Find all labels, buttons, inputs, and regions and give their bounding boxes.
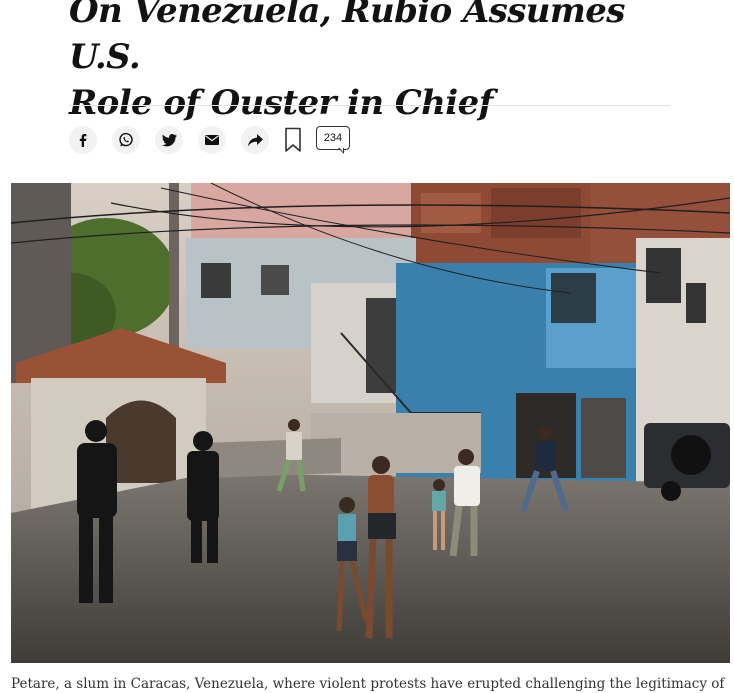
bookmark-icon	[283, 127, 303, 157]
whatsapp-icon	[118, 132, 134, 148]
facebook-icon	[76, 133, 90, 147]
twitter-share-button[interactable]	[155, 126, 183, 154]
save-article-button[interactable]	[283, 127, 303, 153]
more-share-button[interactable]	[241, 126, 269, 154]
headline-line-2: Role of Ouster in Chief	[69, 83, 493, 123]
whatsapp-share-button[interactable]	[112, 126, 140, 154]
photo-caption: Petare, a slum in Caracas, Venezuela, wh…	[11, 676, 725, 692]
twitter-icon	[161, 133, 177, 147]
comment-count: 234	[316, 126, 350, 150]
facebook-share-button[interactable]	[69, 126, 97, 154]
headline-divider	[69, 105, 670, 106]
article-headline: On Venezuela, Rubio Assumes U.S. Role of…	[69, 0, 679, 126]
share-arrow-icon	[247, 133, 263, 147]
email-icon	[205, 135, 219, 145]
comments-button[interactable]: 234	[316, 126, 352, 158]
street-scene-image	[11, 183, 730, 663]
email-share-button[interactable]	[198, 126, 226, 154]
article-lead-photo	[11, 183, 730, 663]
share-toolbar: 234	[69, 123, 369, 157]
headline-line-1: On Venezuela, Rubio Assumes U.S.	[69, 0, 625, 77]
